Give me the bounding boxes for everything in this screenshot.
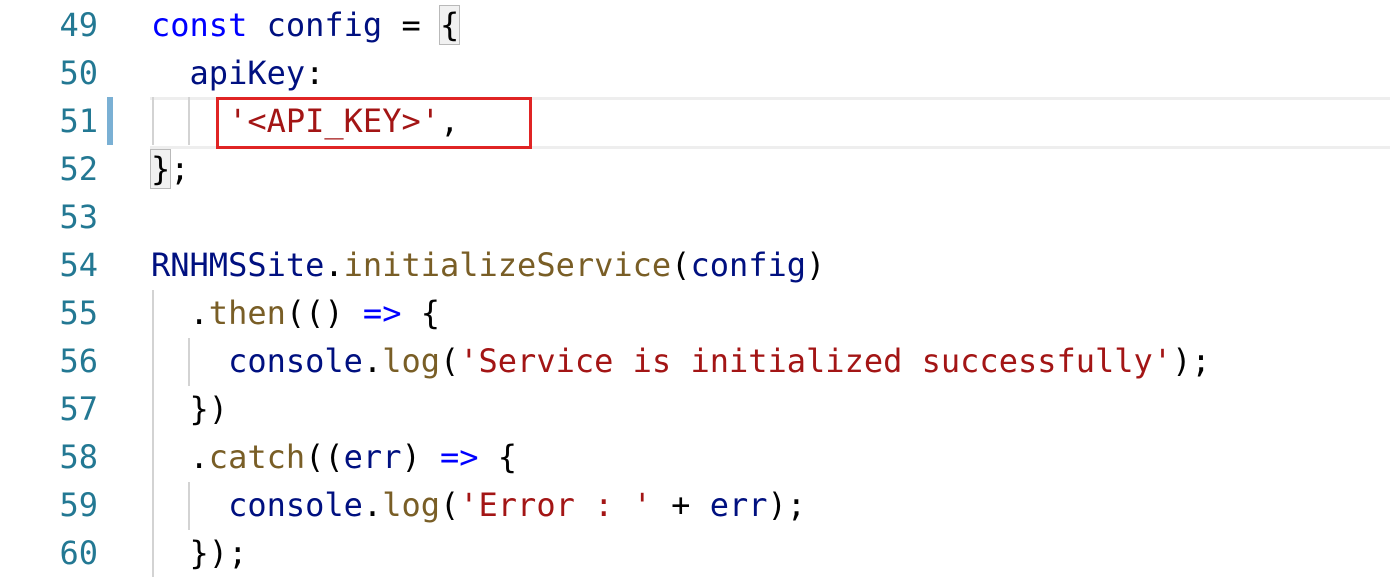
- code-token: apiKey: [189, 54, 306, 92]
- line-number: 55: [59, 294, 98, 332]
- line-number: 50: [59, 54, 98, 92]
- code-token: .: [362, 486, 383, 524]
- line-number: 52: [59, 150, 98, 188]
- code-line[interactable]: 55 .then(() => {: [0, 289, 1390, 337]
- code-line[interactable]: 50 apiKey:: [0, 49, 1390, 97]
- code-line[interactable]: 56 console.log('Service is initialized s…: [0, 337, 1390, 385]
- line-number: 57: [59, 390, 98, 428]
- code-token: );: [767, 486, 807, 524]
- code-token: .: [362, 342, 383, 380]
- code-token: {: [401, 294, 440, 332]
- line-number: 53: [59, 198, 98, 236]
- code-token: catch: [208, 438, 306, 476]
- code-token: ): [806, 246, 826, 284]
- code-line[interactable]: 60 });: [0, 529, 1390, 577]
- code-token: +: [651, 486, 710, 524]
- line-number: 51: [59, 102, 98, 140]
- code-token: .: [324, 246, 344, 284]
- code-line[interactable]: 59 console.log('Error : ' + err);: [0, 481, 1390, 529]
- code-token: ((): [285, 294, 363, 332]
- code-token: =>: [439, 438, 479, 476]
- code-line[interactable]: 52};: [0, 145, 1390, 193]
- code-token: ): [401, 438, 440, 476]
- code-token: ((: [305, 438, 344, 476]
- line-number: 49: [59, 6, 98, 44]
- code-token: log: [382, 486, 440, 524]
- line-code: apiKey:: [151, 49, 325, 97]
- code-line[interactable]: 58 .catch((err) => {: [0, 433, 1390, 481]
- line-number: 56: [59, 342, 98, 380]
- code-token: .: [151, 438, 209, 476]
- code-token: );: [1172, 342, 1211, 380]
- line-number: 59: [59, 486, 98, 524]
- code-token: });: [151, 534, 248, 572]
- code-token: config: [690, 246, 807, 284]
- line-code: .then(() => {: [151, 289, 440, 337]
- line-code: console.log('Service is initialized succ…: [151, 337, 1211, 385]
- line-code: .catch((err) => {: [151, 433, 518, 481]
- code-token: .: [151, 294, 209, 332]
- code-token: RNHMSSite: [151, 246, 325, 284]
- matching-bracket: {: [438, 5, 461, 45]
- code-token: 'Error : ': [459, 486, 652, 524]
- code-line[interactable]: 53: [0, 193, 1390, 241]
- line-number: 54: [59, 246, 98, 284]
- line-number: 60: [59, 534, 98, 572]
- code-token: }): [151, 390, 229, 428]
- code-line[interactable]: 57 }): [0, 385, 1390, 433]
- line-code: };: [149, 145, 190, 193]
- code-token: {: [478, 438, 518, 476]
- matching-bracket: }: [149, 149, 172, 189]
- line-code: RNHMSSite.initializeService(config): [151, 241, 825, 289]
- code-token: then: [208, 294, 286, 332]
- line-code: const config = {: [151, 1, 461, 49]
- code-token: ;: [170, 150, 190, 188]
- line-code: }): [151, 385, 229, 433]
- code-line[interactable]: 49 const config = {: [0, 1, 1390, 49]
- code-token: config: [266, 6, 383, 44]
- code-token: err: [709, 486, 768, 524]
- api-key-highlight-box: [216, 97, 532, 149]
- code-line[interactable]: 51 '<API_KEY>',: [0, 97, 1390, 145]
- code-token: log: [382, 342, 440, 380]
- code-token: (: [439, 342, 460, 380]
- code-token: initializeService: [343, 246, 672, 284]
- code-line[interactable]: 54 RNHMSSite.initializeService(config): [0, 241, 1390, 289]
- code-token: =: [382, 6, 440, 44]
- code-token: (: [671, 246, 691, 284]
- code-token: const: [151, 6, 248, 44]
- code-token: console: [228, 486, 363, 524]
- code-token: :: [305, 54, 325, 92]
- line-code: console.log('Error : ' + err);: [151, 481, 806, 529]
- code-token: =>: [362, 294, 402, 332]
- code-token: err: [343, 438, 402, 476]
- code-token: (: [439, 486, 460, 524]
- code-token: 'Service is initialized successfully': [459, 342, 1173, 380]
- line-number: 58: [59, 438, 98, 476]
- code-token: console: [228, 342, 363, 380]
- line-code: });: [151, 529, 248, 577]
